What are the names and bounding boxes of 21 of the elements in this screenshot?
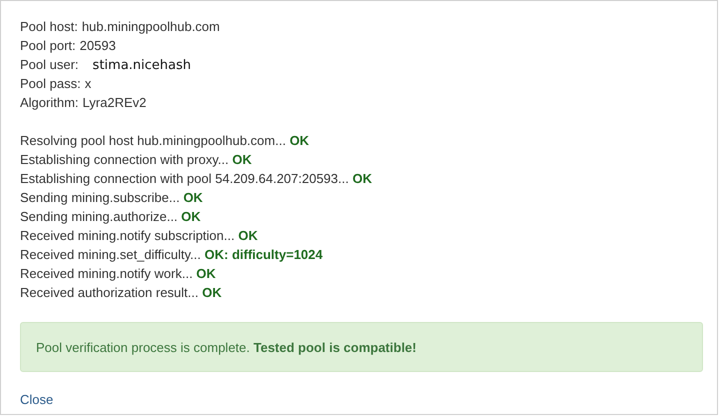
info-label: Pool user: — [20, 57, 79, 72]
info-value: x — [84, 76, 92, 91]
log-line: Establishing connection with pool 54.209.64.207:20593... OK — [20, 170, 373, 188]
log-line: Received mining.notify work... OK — [20, 265, 217, 283]
info-label: Algorithm: — [20, 95, 79, 110]
log-line: Received mining.set_difficulty... OK: difficulty=1024 — [20, 246, 324, 264]
info-value: stima.nicehash — [92, 58, 192, 73]
alert-message: Pool verification process is complete. Tested pool is compatible! — [36, 340, 416, 354]
log-line: Establishing connection with proxy... OK — [20, 151, 253, 169]
info-value: 20593 — [80, 38, 116, 53]
log-line: Resolving pool host hub.miningpoolhub.com... OK — [20, 132, 310, 150]
close-link[interactable]: Close — [20, 392, 54, 407]
log-line: Sending mining.subscribe... OK — [20, 189, 204, 207]
info-label: Pool host: — [20, 19, 78, 34]
info-value: hub.miningpoolhub.com — [82, 19, 220, 34]
info-label: Pool pass: — [20, 76, 81, 91]
log-line: Received mining.notify subscription... OK — [20, 227, 259, 245]
log-line: Sending mining.authorize... OK — [20, 208, 202, 226]
info-value: Lyra2REv2 — [82, 95, 146, 110]
log-line: Received authorization result... OK — [20, 284, 223, 302]
info-label: Pool port: — [20, 38, 76, 53]
